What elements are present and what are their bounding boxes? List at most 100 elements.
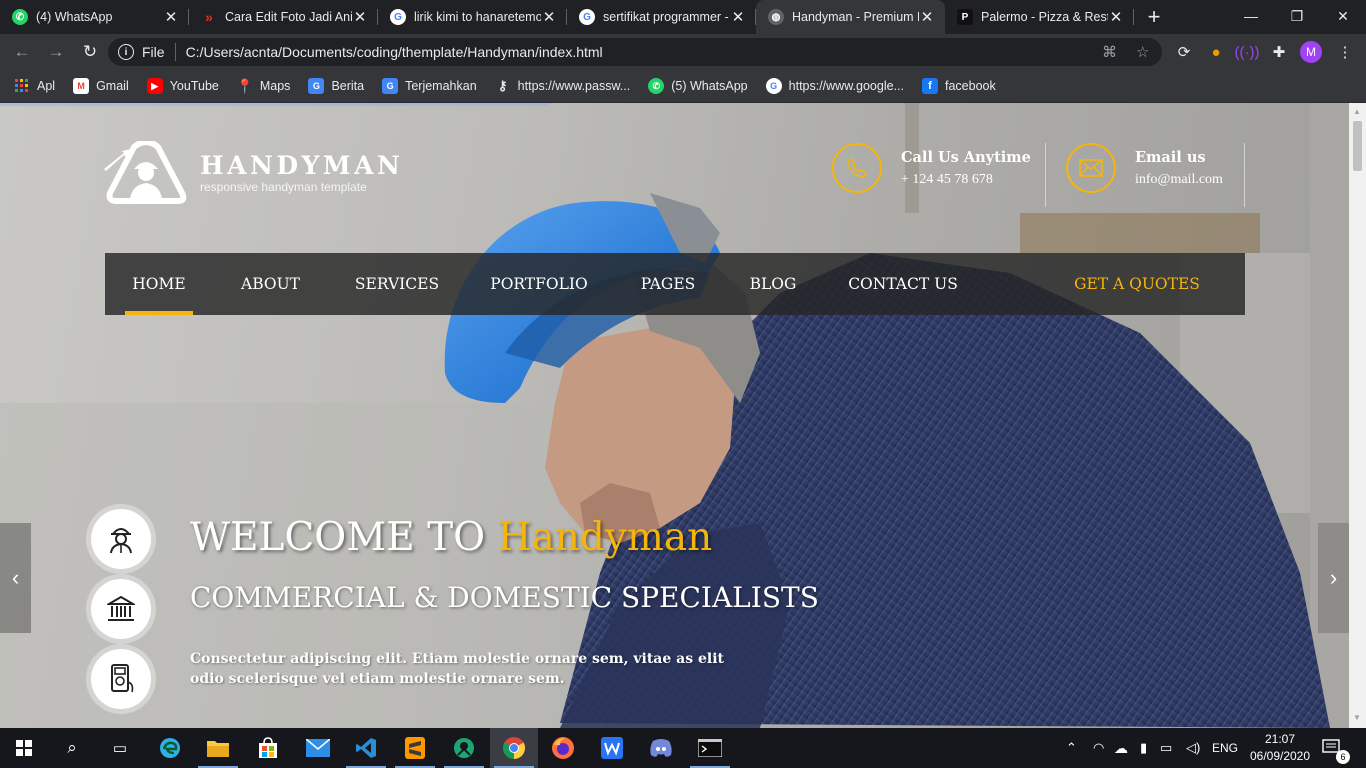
vscode-icon[interactable] (342, 728, 390, 768)
tab-title: sertifikat programmer - (603, 10, 729, 24)
logo-title: HANDYMAN (200, 150, 404, 180)
gitkraken-icon[interactable] (440, 728, 488, 768)
close-tab-icon[interactable]: ✕ (541, 8, 557, 26)
bookmark-star-icon[interactable]: ☆ (1136, 43, 1149, 61)
bookmark-apps[interactable]: Apl (14, 78, 55, 94)
nav-home[interactable]: HOME (125, 253, 193, 315)
tab-strip: ✆ (4) WhatsApp ✕ » Cara Edit Foto Jadi A… (0, 0, 1366, 34)
terminal-icon[interactable] (686, 728, 734, 768)
new-tab-button[interactable]: + (1134, 0, 1174, 34)
edge-icon[interactable] (146, 728, 194, 768)
site-logo[interactable]: HANDYMAN responsive handyman template (104, 141, 403, 205)
nav-contact-us[interactable]: CONTACT US (843, 253, 963, 315)
bookmark-facebook[interactable]: f facebook (921, 78, 996, 94)
mail-icon[interactable] (294, 728, 342, 768)
tab-sertifikat[interactable]: G sertifikat programmer - ✕ (567, 0, 756, 34)
bookmark-passw[interactable]: ⚷ https://www.passw... (495, 78, 630, 94)
multimeter-icon[interactable] (91, 649, 151, 709)
bookmark-berita[interactable]: G Berita (308, 78, 364, 94)
restore-icon[interactable]: ❐ (1274, 0, 1320, 32)
task-view-icon[interactable]: ▭ (96, 728, 144, 768)
profile-avatar[interactable]: M (1297, 38, 1325, 66)
chrome-icon[interactable] (490, 728, 538, 768)
close-tab-icon[interactable]: ✕ (352, 8, 368, 26)
cast-icon[interactable]: ((·)) (1233, 38, 1261, 66)
extension-icon[interactable]: ● (1202, 38, 1230, 66)
call-us-label: Call Us Anytime (901, 148, 1031, 166)
translate-icon[interactable]: ⌘ (1102, 43, 1117, 61)
close-tab-icon[interactable]: ✕ (163, 8, 179, 26)
tab-cara-edit[interactable]: » Cara Edit Foto Jadi Anim ✕ (189, 0, 378, 34)
nav-blog[interactable]: BLOG (742, 253, 804, 315)
key-icon: ⚷ (497, 78, 508, 93)
scroll-up-icon[interactable]: ▲ (1353, 107, 1361, 116)
microphone-icon[interactable]: ▮ (1140, 728, 1147, 768)
close-tab-icon[interactable]: ✕ (730, 8, 746, 26)
wps-writer-icon[interactable] (588, 728, 636, 768)
notification-center-icon[interactable]: 6 (1322, 728, 1350, 768)
get-a-quote-button[interactable]: GET A QUOTES (1067, 253, 1207, 315)
tab-handyman[interactable]: ◍ Handyman - Premium H ✕ (756, 0, 945, 34)
nav-services[interactable]: SERVICES (348, 253, 446, 315)
info-icon[interactable]: i (118, 44, 134, 60)
address-bar[interactable]: i File C:/Users/acnta/Documents/coding/t… (108, 38, 1162, 66)
bookmark-maps[interactable]: 📍 Maps (236, 77, 290, 94)
worker-icon[interactable] (91, 509, 151, 569)
call-us-text: Call Us Anytime + 124 45 78 678 (901, 149, 1031, 188)
tab-title: Handyman - Premium H (792, 10, 919, 24)
battery-icon[interactable]: ▭ (1160, 728, 1172, 768)
wifi-icon[interactable]: ◠ (1093, 728, 1104, 768)
windows-start-icon[interactable] (0, 728, 48, 768)
bookmark-gmail[interactable]: M Gmail (73, 78, 129, 94)
close-tab-icon[interactable]: ✕ (919, 8, 935, 26)
sublime-text-icon[interactable] (391, 728, 439, 768)
bookmark-google[interactable]: G https://www.google... (765, 78, 904, 94)
firefox-icon[interactable] (539, 728, 587, 768)
handyman-hero: HANDYMAN responsive handyman template Ca… (0, 103, 1349, 728)
discord-icon[interactable] (637, 728, 685, 768)
close-window-icon[interactable]: ✕ (1320, 0, 1366, 32)
tab-title: Palermo - Pizza & Resta (981, 10, 1108, 24)
email-text: Email us info@mail.com (1135, 149, 1223, 188)
nav-pages[interactable]: PAGES (633, 253, 703, 315)
bank-building-icon[interactable] (91, 579, 151, 639)
nav-about[interactable]: ABOUT (233, 253, 308, 315)
store-icon[interactable] (244, 728, 292, 768)
url-text[interactable]: C:/Users/acnta/Documents/coding/themplat… (186, 44, 603, 60)
next-slide-icon[interactable]: › (1318, 523, 1349, 633)
prev-slide-icon[interactable]: ‹ (0, 523, 31, 633)
extensions-puzzle-icon[interactable]: ✚ (1265, 38, 1293, 66)
bookmark-translate[interactable]: G Terjemahkan (382, 78, 477, 94)
minimize-icon[interactable]: — (1228, 0, 1274, 32)
reload-icon[interactable]: ↻ (74, 36, 106, 68)
onedrive-cloud-icon[interactable]: ☁ (1114, 728, 1128, 768)
language-indicator[interactable]: ENG (1212, 728, 1238, 768)
news-icon: G (308, 78, 325, 94)
system-clock[interactable]: 21:07 06/09/2020 (1247, 731, 1313, 765)
menu-kebab-icon[interactable]: ⋮ (1331, 38, 1359, 66)
tab-palermo[interactable]: P Palermo - Pizza & Resta ✕ (945, 0, 1134, 34)
phone-icon (832, 143, 882, 193)
bookmark-youtube[interactable]: ▶ YouTube (146, 78, 219, 94)
search-icon[interactable]: ⌕ (48, 728, 96, 768)
show-hidden-icons-icon[interactable]: ⌃ (1066, 728, 1077, 768)
clock-date: 06/09/2020 (1249, 749, 1311, 763)
nav-portfolio[interactable]: PORTFOLIO (485, 253, 593, 315)
scrollbar-thumb[interactable] (1353, 121, 1362, 171)
scroll-down-icon[interactable]: ▼ (1353, 713, 1361, 722)
close-tab-icon[interactable]: ✕ (1108, 8, 1124, 26)
bookmark-whatsapp[interactable]: ✆ (5) WhatsApp (648, 78, 748, 94)
tab-lirik[interactable]: G lirik kimi to hanaretemo ✕ (378, 0, 567, 34)
file-explorer-icon[interactable] (194, 728, 242, 768)
back-icon[interactable]: ← (6, 36, 38, 68)
sync-icon[interactable]: ⟳ (1170, 38, 1198, 66)
email-block[interactable]: Email us info@mail.com (1066, 143, 1223, 193)
maps-icon: 📍 (236, 77, 254, 94)
palermo-icon: P (957, 9, 973, 25)
call-us-block[interactable]: Call Us Anytime + 124 45 78 678 (832, 143, 1031, 193)
tab-whatsapp[interactable]: ✆ (4) WhatsApp ✕ (0, 0, 189, 34)
volume-icon[interactable]: ◁) (1186, 728, 1200, 768)
page-scrollbar[interactable]: ▲ ▼ (1349, 103, 1366, 728)
forward-icon[interactable]: → (40, 36, 72, 68)
brand-highlight: Handyman (497, 515, 713, 560)
